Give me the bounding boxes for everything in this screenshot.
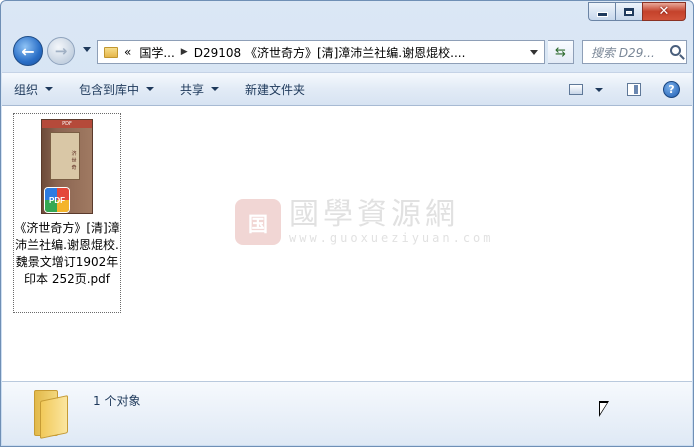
breadcrumb-current[interactable]: D29108 《济世奇方》[清]漳沛兰社编.谢恩焜校.... — [194, 44, 466, 61]
folder-icon — [104, 46, 118, 58]
organize-label: 组织 — [14, 82, 39, 97]
minimize-icon — [597, 13, 607, 16]
details-pane: 1 个对象 — [2, 381, 692, 445]
forward-arrow-icon: → — [54, 42, 68, 60]
explorer-window: ✕ ← → « 国学... ▶ D29108 《济世奇方》[清]漳沛兰社编.谢恩… — [0, 0, 694, 447]
back-button[interactable]: ← — [13, 36, 43, 66]
address-dropdown[interactable] — [530, 50, 538, 55]
watermark-url: www.guoxueziyuan.com — [289, 231, 494, 245]
thumbnail-top-label: PDF — [42, 120, 92, 128]
command-bar: 组织 包含到库中 共享 新建文件夹 ? — [2, 72, 692, 106]
folder-large-icon — [34, 390, 70, 439]
address-bar[interactable]: « 国学... ▶ D29108 《济世奇方》[清]漳沛兰社编.谢恩焜校.... — [97, 40, 545, 64]
back-arrow-icon: ← — [21, 41, 35, 61]
item-count: 1 个对象 — [93, 394, 141, 408]
new-folder-button[interactable]: 新建文件夹 — [245, 81, 305, 98]
breadcrumb-overflow[interactable]: « — [124, 45, 131, 59]
include-in-library-button[interactable]: 包含到库中 — [79, 81, 155, 98]
chevron-down-icon — [146, 87, 155, 91]
watermark: 国 國學資源網 www.guoxueziyuan.com — [235, 199, 494, 245]
refresh-button[interactable]: ⇆ — [548, 40, 574, 64]
forward-button[interactable]: → — [47, 37, 75, 65]
folder-front — [40, 395, 68, 439]
maximize-icon — [624, 7, 634, 16]
book-title-seal: 济世奇 — [71, 151, 77, 171]
share-label: 共享 — [180, 82, 205, 97]
breadcrumb-chevron-icon[interactable]: ▶ — [181, 47, 188, 57]
minimize-button[interactable] — [588, 2, 615, 21]
breadcrumb-root[interactable]: 国学... — [139, 44, 174, 61]
pdf-file-icon: PDF — [45, 188, 69, 212]
close-button[interactable]: ✕ — [642, 2, 686, 21]
caption-buttons: ✕ — [588, 2, 686, 21]
view-options-dropdown[interactable] — [595, 87, 603, 92]
organize-button[interactable]: 组织 — [14, 81, 54, 98]
change-view-icon[interactable] — [569, 84, 583, 95]
include-in-library-label: 包含到库中 — [79, 82, 140, 97]
chevron-down-icon — [45, 87, 54, 91]
toolbar-right-group: ? — [569, 81, 680, 98]
chevron-down-icon — [211, 87, 220, 91]
watermark-seal-icon: 国 — [235, 199, 281, 245]
search-input[interactable]: 搜索 D29... — [582, 40, 687, 64]
watermark-text: 國學資源網 www.guoxueziyuan.com — [289, 197, 494, 246]
maximize-button[interactable] — [615, 2, 642, 21]
file-item[interactable]: PDF 济世奇 PDF 《济世奇方》[清]漳沛兰社编.谢恩焜校.魏景文增订190… — [13, 113, 121, 313]
search-icon — [670, 45, 681, 56]
recent-pages-dropdown[interactable] — [83, 47, 91, 52]
mouse-pointer-icon — [599, 401, 609, 417]
book-cover: 济世奇 — [50, 132, 80, 180]
file-name[interactable]: 《济世奇方》[清]漳沛兰社编.谢恩焜校.魏景文增订1902年印本 252页.pd… — [14, 220, 120, 288]
refresh-icon: ⇆ — [555, 44, 566, 60]
search-placeholder: 搜索 D29... — [591, 45, 655, 60]
close-icon: ✕ — [658, 4, 670, 19]
help-icon[interactable]: ? — [663, 81, 680, 98]
watermark-title: 國學資源網 — [289, 197, 459, 232]
preview-pane-icon[interactable] — [627, 83, 641, 96]
file-list[interactable]: PDF 济世奇 PDF 《济世奇方》[清]漳沛兰社编.谢恩焜校.魏景文增订190… — [2, 106, 692, 381]
navigation-bar: ← → « 国学... ▶ D29108 《济世奇方》[清]漳沛兰社编.谢恩焜校… — [9, 31, 687, 67]
new-folder-label: 新建文件夹 — [245, 82, 306, 97]
share-button[interactable]: 共享 — [180, 81, 220, 98]
